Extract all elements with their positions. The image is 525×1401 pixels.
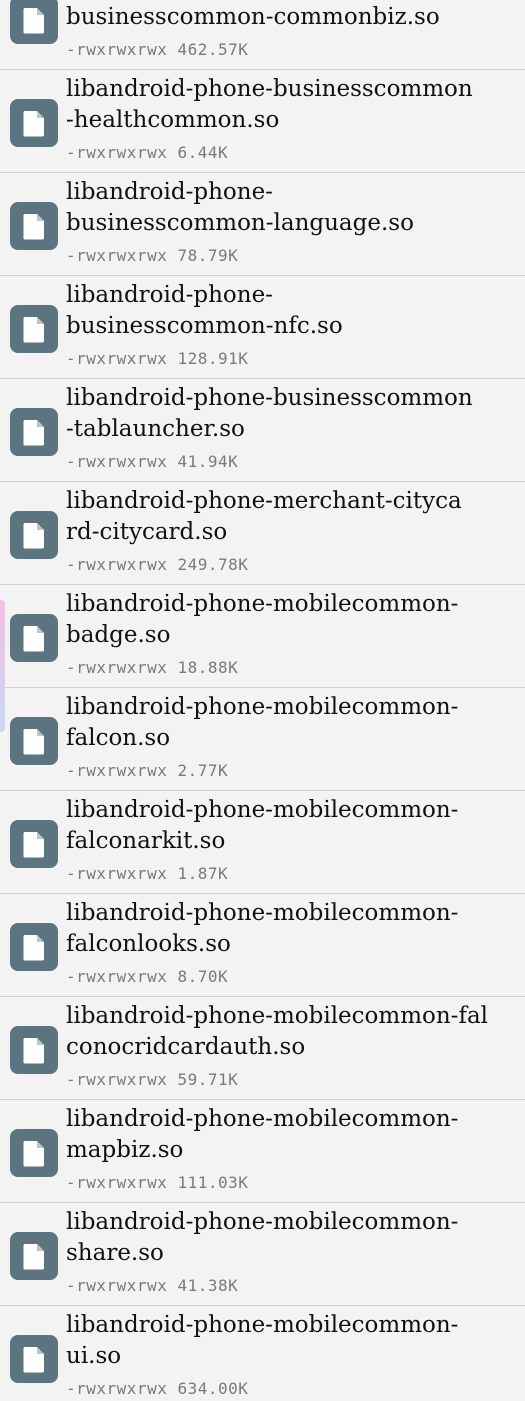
file-permissions: -rwxrwxrwx — [66, 452, 168, 471]
list-item[interactable]: libandroid-phone-mobilecommon-fal conocr… — [0, 997, 525, 1100]
file-size: 634.00K — [177, 1379, 249, 1398]
list-item[interactable]: libandroid-phone- businesscommon-nfc.so -… — [0, 276, 525, 379]
file-permissions: -rwxrwxrwx — [66, 349, 168, 368]
file-icon — [10, 99, 58, 147]
file-meta: -rwxrwxrwx 59.71K — [66, 1070, 238, 1090]
edge-panel-handle[interactable] — [0, 600, 5, 732]
list-item[interactable]: libandroid-phone-businesscommon -tablaun… — [0, 379, 525, 482]
file-size: 128.91K — [177, 349, 249, 368]
list-item[interactable]: libandroid-phone-businesscommon -healthc… — [0, 70, 525, 173]
file-name: libandroid-phone-mobilecommon- badge.so — [66, 591, 459, 648]
list-item[interactable]: libandroid-phone-merchant-cityca rd-city… — [0, 482, 525, 585]
file-meta: -rwxrwxrwx 41.94K — [66, 452, 238, 472]
file-name: libandroid-phone- businesscommon-commonb… — [66, 4, 440, 30]
file-icon — [10, 1335, 58, 1383]
file-meta: -rwxrwxrwx 78.79K — [66, 246, 238, 266]
file-name: libandroid-phone-businesscommon -healthc… — [66, 76, 473, 133]
list-item[interactable]: libandroid-phone-mobilecommon- share.so -… — [0, 1203, 525, 1306]
file-icon — [10, 820, 58, 868]
list-item[interactable]: libandroid-phone-mobilecommon- badge.so -… — [0, 585, 525, 688]
file-icon — [10, 305, 58, 353]
file-permissions: -rwxrwxrwx — [66, 864, 168, 883]
file-icon — [10, 1129, 58, 1177]
file-size: 111.03K — [177, 1173, 249, 1192]
file-size: 59.71K — [177, 1070, 239, 1089]
file-name: libandroid-phone-mobilecommon- falconark… — [66, 797, 459, 854]
list-item[interactable]: libandroid-phone-mobilecommon- ui.so -rwx… — [0, 1306, 525, 1401]
list-item[interactable]: libandroid-phone-mobilecommon- falconark… — [0, 791, 525, 894]
file-icon — [10, 1232, 58, 1280]
file-name: libandroid-phone- businesscommon-nfc.so — [66, 282, 343, 339]
file-name: libandroid-phone-mobilecommon- falcon.so — [66, 694, 459, 751]
file-meta: -rwxrwxrwx 249.78K — [66, 555, 248, 575]
file-icon — [10, 511, 58, 559]
file-size: 6.44K — [177, 143, 229, 162]
file-size: 41.94K — [177, 452, 239, 471]
list-item[interactable]: libandroid-phone-mobilecommon- falcon.so… — [0, 688, 525, 791]
file-meta: -rwxrwxrwx 2.77K — [66, 761, 228, 781]
file-size: 8.70K — [177, 967, 229, 986]
file-permissions: -rwxrwxrwx — [66, 967, 168, 986]
file-size: 249.78K — [177, 555, 249, 574]
file-list: libandroid-phone- businesscommon-commonb… — [0, 0, 525, 1401]
file-meta: -rwxrwxrwx 128.91K — [66, 349, 248, 369]
file-name: libandroid-phone-merchant-cityca rd-city… — [66, 488, 462, 545]
file-permissions: -rwxrwxrwx — [66, 246, 168, 265]
list-item[interactable]: libandroid-phone-mobilecommon- falconloo… — [0, 894, 525, 997]
file-permissions: -rwxrwxrwx — [66, 1070, 168, 1089]
file-name: libandroid-phone-mobilecommon- falconloo… — [66, 900, 459, 957]
file-meta: -rwxrwxrwx 8.70K — [66, 967, 228, 987]
file-name: libandroid-phone-mobilecommon-fal conocr… — [66, 1003, 489, 1060]
file-icon — [10, 923, 58, 971]
file-icon — [10, 408, 58, 456]
file-list-track: libandroid-phone- businesscommon-commonb… — [0, 0, 525, 1401]
file-permissions: -rwxrwxrwx — [66, 1173, 168, 1192]
file-meta: -rwxrwxrwx 462.57K — [66, 40, 248, 60]
list-item[interactable]: libandroid-phone- businesscommon-commonb… — [0, 0, 525, 70]
file-icon — [10, 0, 58, 44]
file-meta: -rwxrwxrwx 6.44K — [66, 143, 228, 163]
file-permissions: -rwxrwxrwx — [66, 658, 168, 677]
file-name: libandroid-phone-businesscommon -tablaun… — [66, 385, 473, 442]
file-name: libandroid-phone-mobilecommon- ui.so — [66, 1312, 459, 1369]
file-size: 462.57K — [177, 40, 249, 59]
list-item[interactable]: libandroid-phone- businesscommon-languag… — [0, 173, 525, 276]
file-permissions: -rwxrwxrwx — [66, 1379, 168, 1398]
file-permissions: -rwxrwxrwx — [66, 555, 168, 574]
file-name: libandroid-phone-mobilecommon- share.so — [66, 1209, 459, 1266]
file-meta: -rwxrwxrwx 634.00K — [66, 1379, 248, 1399]
file-icon — [10, 614, 58, 662]
file-name: libandroid-phone-mobilecommon- mapbiz.so — [66, 1106, 459, 1163]
list-item[interactable]: libandroid-phone-mobilecommon- mapbiz.so… — [0, 1100, 525, 1203]
file-size: 1.87K — [177, 864, 229, 883]
file-permissions: -rwxrwxrwx — [66, 143, 168, 162]
file-meta: -rwxrwxrwx 111.03K — [66, 1173, 248, 1193]
file-name: libandroid-phone- businesscommon-languag… — [66, 179, 414, 236]
file-size: 2.77K — [177, 761, 229, 780]
file-meta: -rwxrwxrwx 1.87K — [66, 864, 228, 884]
file-size: 41.38K — [177, 1276, 239, 1295]
file-meta: -rwxrwxrwx 18.88K — [66, 658, 238, 678]
file-size: 18.88K — [177, 658, 239, 677]
file-size: 78.79K — [177, 246, 239, 265]
file-icon — [10, 1026, 58, 1074]
file-permissions: -rwxrwxrwx — [66, 40, 168, 59]
file-meta: -rwxrwxrwx 41.38K — [66, 1276, 238, 1296]
file-permissions: -rwxrwxrwx — [66, 761, 168, 780]
file-icon — [10, 202, 58, 250]
file-icon — [10, 717, 58, 765]
file-permissions: -rwxrwxrwx — [66, 1276, 168, 1295]
